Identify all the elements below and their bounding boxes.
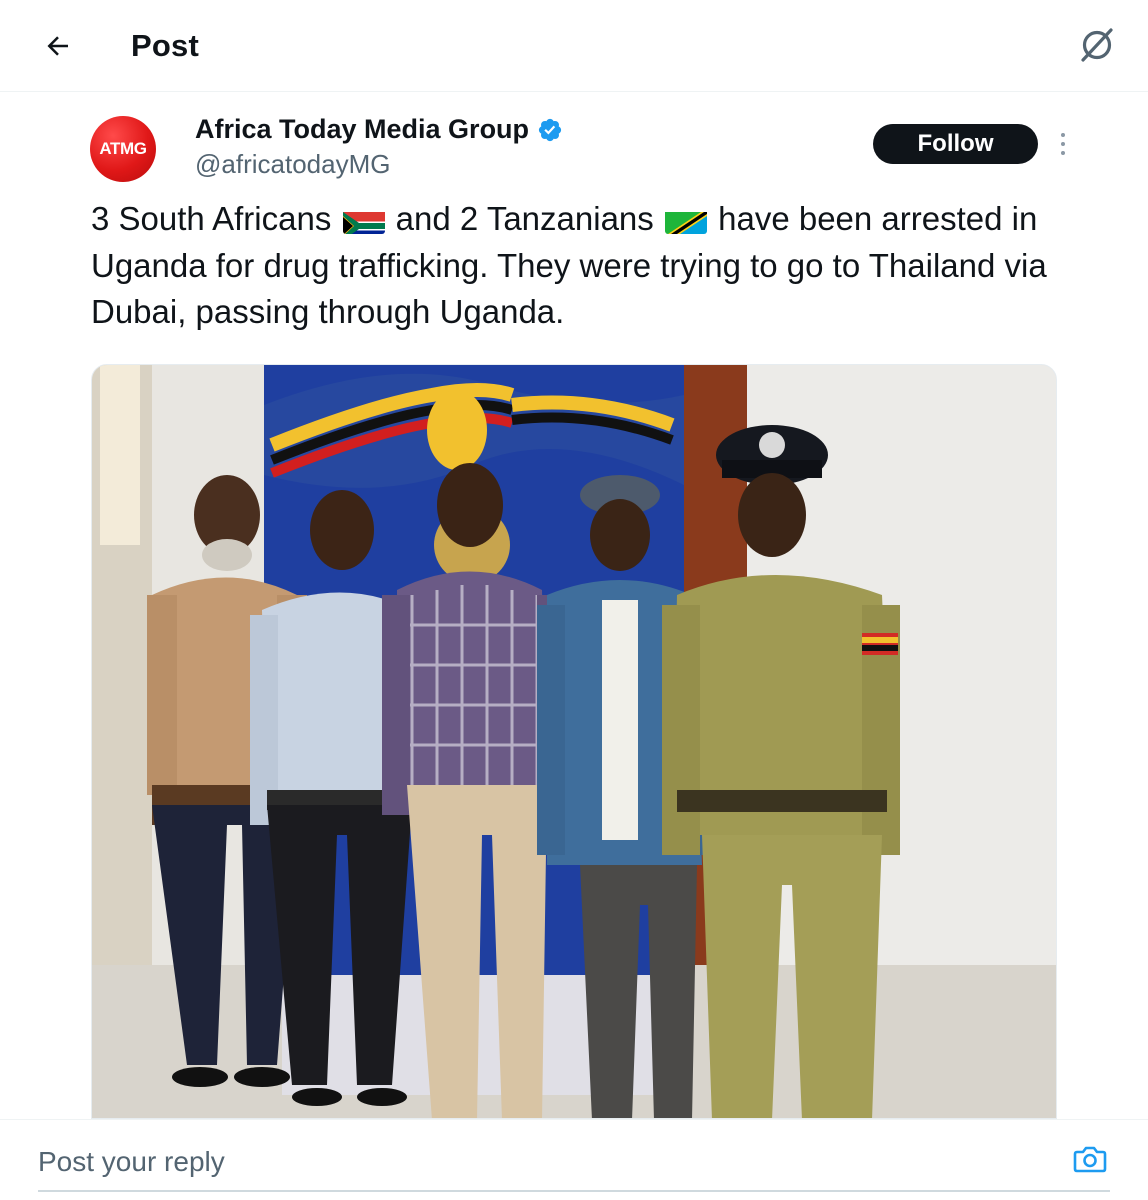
camera-icon: [1073, 1144, 1107, 1179]
avatar-logo-text: ATMG: [99, 139, 147, 158]
top-bar: Post: [0, 0, 1148, 92]
verified-badge-icon: [537, 117, 563, 143]
tanzania-flag-icon: [664, 206, 707, 234]
south-africa-flag-icon: [342, 206, 385, 234]
author-handle[interactable]: @africatodayMG: [195, 149, 390, 180]
reply-underline: [38, 1190, 1110, 1192]
back-button[interactable]: [38, 28, 78, 68]
photo-illustration: [92, 365, 1056, 1118]
arrow-left-icon: [43, 31, 73, 66]
avatar[interactable]: ATMG: [90, 116, 156, 182]
post-text-part: and 2 Tanzanians: [386, 200, 654, 237]
camera-button[interactable]: [1070, 1141, 1110, 1181]
more-options-button[interactable]: [1052, 126, 1074, 162]
post-text: 3 South Africans and 2 Tanzanians have b…: [91, 196, 1071, 336]
post-photo[interactable]: [91, 364, 1057, 1119]
follow-button[interactable]: Follow: [873, 124, 1038, 164]
post-text-part: 3 South Africans: [91, 200, 332, 237]
grok-button[interactable]: [1074, 24, 1120, 70]
reply-input[interactable]: [38, 1142, 1038, 1182]
author-name-row: Africa Today Media Group: [195, 114, 563, 145]
author-name[interactable]: Africa Today Media Group: [195, 114, 529, 145]
page-title: Post: [131, 28, 199, 63]
reply-bar: [0, 1119, 1148, 1200]
grok-icon: [1077, 25, 1117, 70]
